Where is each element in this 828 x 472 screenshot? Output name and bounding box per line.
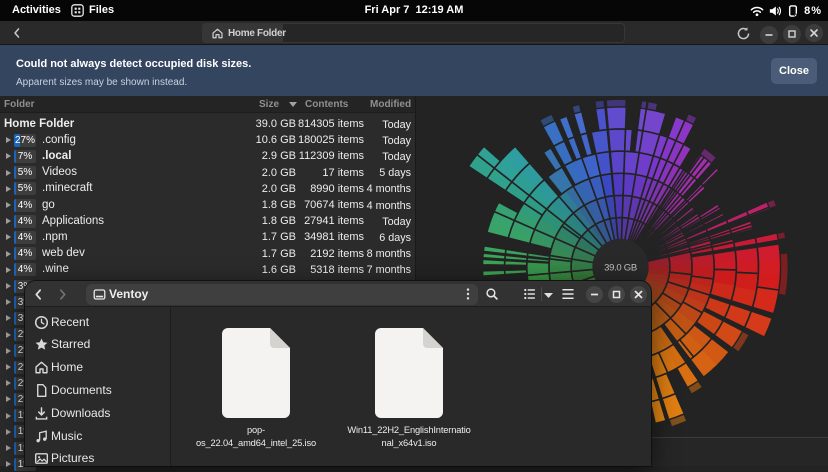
svg-text:39.0 GB: 39.0 GB [604,263,637,274]
